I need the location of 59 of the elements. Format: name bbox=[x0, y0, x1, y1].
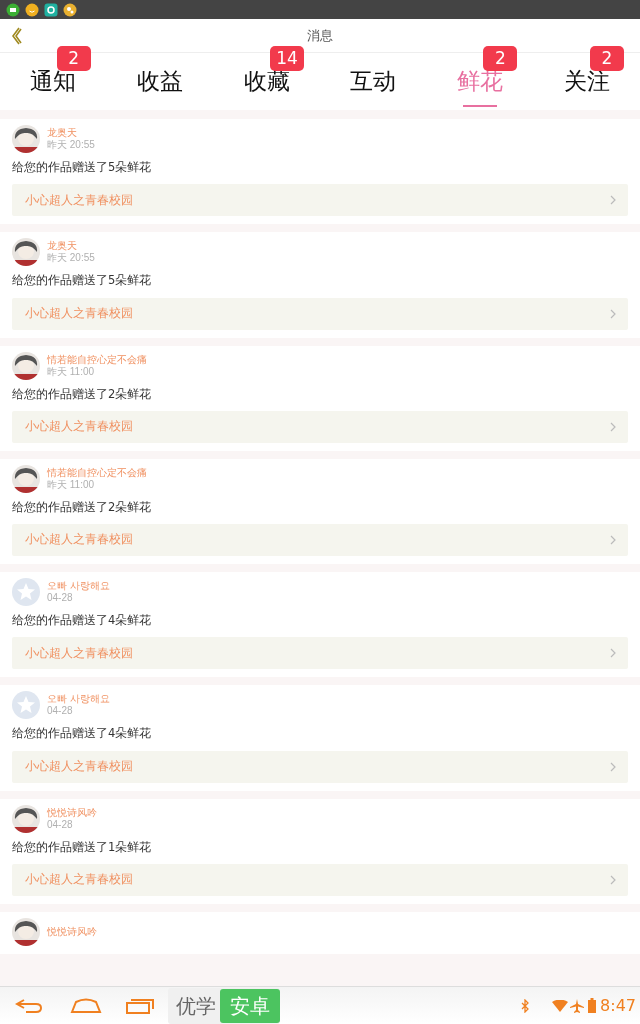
chevron-right-icon bbox=[610, 761, 616, 772]
timestamp: 昨天 20:55 bbox=[47, 139, 95, 151]
work-link[interactable]: 小心超人之青春校园 bbox=[12, 184, 628, 217]
tab[interactable]: 收益 bbox=[135, 53, 185, 110]
app-label: 优学 bbox=[176, 992, 217, 1020]
timestamp: 04-28 bbox=[47, 818, 74, 831]
work-link[interactable]: 小心超人之青春校园 bbox=[12, 863, 628, 896]
message-text: 给您的作品赠送了5朵鲜花 bbox=[12, 272, 153, 290]
user-name[interactable]: 龙奥天 bbox=[47, 127, 95, 139]
avatar-icon bbox=[12, 691, 40, 720]
chevron-right-icon bbox=[610, 535, 616, 545]
chevron-right-icon bbox=[610, 308, 616, 319]
count-badge: 2 bbox=[56, 46, 91, 71]
user-name[interactable]: 情若能自控心定不会痛 bbox=[47, 466, 147, 479]
tab[interactable]: 互动 bbox=[348, 53, 399, 110]
user-name[interactable]: 情若能自控心定不会痛 bbox=[47, 353, 147, 366]
recent-apps-icon[interactable] bbox=[126, 997, 154, 1014]
message-text: 给您的作品赠送了4朵鲜花 bbox=[12, 725, 153, 743]
work-link[interactable]: 小心超人之青春校园 bbox=[12, 637, 628, 670]
airplane-icon bbox=[570, 998, 585, 1013]
timestamp: 昨天 20:55 bbox=[47, 252, 95, 265]
timestamp: 昨天 11:00 bbox=[47, 478, 96, 491]
user-name[interactable]: 오빠 사랑해요 bbox=[47, 580, 110, 592]
work-link[interactable]: 小心超人之青春校园 bbox=[12, 524, 628, 556]
timestamp: 04-28 bbox=[47, 705, 74, 718]
message-text: 给您的作品赠送了5朵鲜花 bbox=[12, 159, 153, 176]
message-text: 给您的作品赠送了2朵鲜花 bbox=[12, 385, 153, 403]
work-link[interactable]: 小心超人之青春校园 bbox=[12, 750, 628, 783]
app-notification-icon bbox=[6, 2, 20, 17]
user-name[interactable]: 悦悦诗风吟 bbox=[47, 925, 97, 938]
battery-icon bbox=[588, 998, 597, 1013]
chevron-right-icon bbox=[610, 195, 616, 206]
chevron-right-icon bbox=[610, 421, 616, 432]
bluetooth-icon bbox=[520, 998, 531, 1013]
timestamp: 04-28 bbox=[47, 592, 74, 604]
wifi-icon bbox=[552, 999, 569, 1012]
message-text: 给您的作品赠送了1朵鲜花 bbox=[12, 838, 153, 856]
avatar-icon bbox=[12, 578, 40, 606]
chevron-right-icon bbox=[610, 874, 616, 885]
work-link[interactable]: 小心超人之青春校园 bbox=[12, 410, 628, 443]
user-name[interactable]: 龙奥天 bbox=[47, 240, 95, 253]
count-badge: 2 bbox=[590, 46, 625, 71]
app-notification-icon bbox=[44, 2, 58, 17]
count-badge: 2 bbox=[483, 46, 518, 71]
count-badge: 14 bbox=[270, 46, 304, 71]
smiley-icon bbox=[25, 2, 39, 17]
clock: 8:47 bbox=[600, 994, 636, 1017]
work-link[interactable]: 小心超人之青春校园 bbox=[12, 297, 628, 330]
chevron-right-icon bbox=[610, 648, 616, 659]
app-label: 安卓 bbox=[220, 988, 280, 1023]
back-icon[interactable] bbox=[14, 997, 44, 1014]
timestamp: 昨天 11:00 bbox=[47, 365, 96, 378]
user-name[interactable]: 悦悦诗风吟 bbox=[47, 806, 97, 819]
home-icon[interactable] bbox=[70, 997, 102, 1014]
page-title: 消息 bbox=[307, 26, 333, 45]
message-text: 给您的作品赠送了4朵鲜花 bbox=[12, 612, 153, 629]
message-text: 给您的作品赠送了2朵鲜花 bbox=[12, 498, 153, 516]
user-name[interactable]: 오빠 사랑해요 bbox=[47, 693, 110, 706]
app-notification-icon bbox=[63, 2, 77, 17]
